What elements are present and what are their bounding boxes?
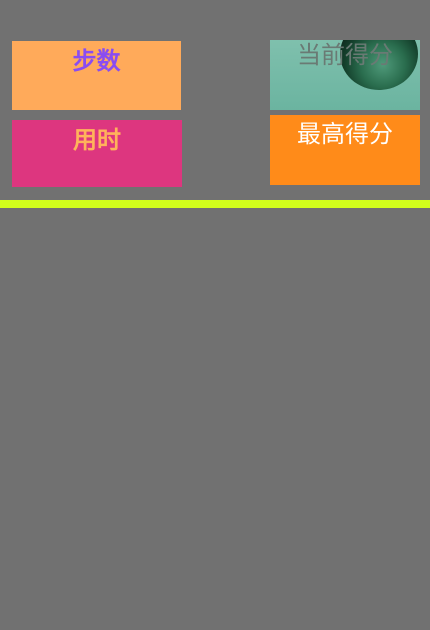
best-score-label: 最高得分 (297, 120, 393, 148)
steps-panel: 步数 (12, 41, 181, 110)
current-score-panel: 当前得分 (270, 40, 420, 110)
divider-bar (0, 200, 430, 208)
game-board[interactable] (0, 208, 430, 630)
time-label: 用时 (73, 126, 121, 154)
steps-label: 步数 (72, 47, 121, 75)
current-score-label: 当前得分 (297, 41, 393, 69)
best-score-panel: 最高得分 (270, 115, 420, 185)
time-panel: 用时 (12, 120, 182, 187)
